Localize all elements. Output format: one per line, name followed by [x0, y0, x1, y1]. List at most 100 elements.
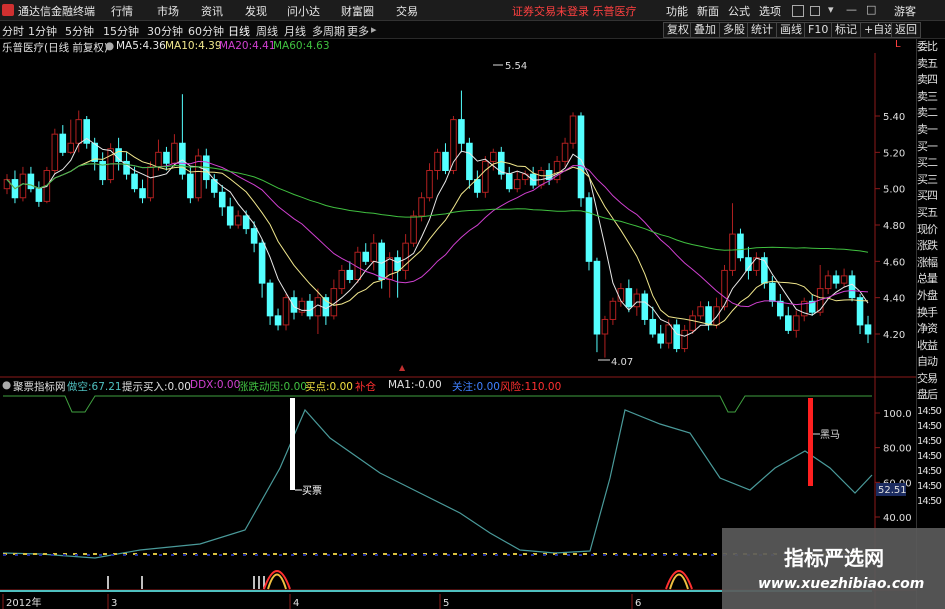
indicator-tick-label: 40.00 — [883, 513, 912, 524]
candle-body — [864, 324, 872, 335]
indicator-header: ● 聚票指标网 做空:67.21 提示买入:0.00 DDX:0.00 涨跌动因… — [0, 378, 880, 393]
quote-field: 14:50 — [917, 436, 942, 448]
candle-body — [577, 115, 585, 199]
candle-body — [218, 191, 226, 208]
quote-field: 交易 — [917, 371, 938, 385]
indicator-axis: 100.080.0060.0040.00 — [875, 409, 912, 524]
menu-faxian[interactable]: 发现 — [245, 3, 267, 19]
menu-jiaoyi[interactable]: 交易 — [396, 3, 418, 19]
candle-body — [753, 257, 760, 271]
candle-body — [482, 160, 489, 193]
menu-hangqing[interactable]: 行情 — [111, 3, 133, 19]
menu-banmian[interactable]: 新面 — [697, 3, 719, 19]
quote-field: 卖一 — [917, 122, 938, 136]
quote-field: 卖五 — [917, 56, 938, 70]
menu-bar: 通达信金融终端 行情 市场 资讯 发现 问小达 财富圈 交易 证券交易未登录 乐… — [0, 0, 945, 21]
date-label: 4 — [293, 598, 299, 609]
price-tick-label: 4.80 — [883, 221, 905, 232]
watermark-title: 指标严选网 — [784, 546, 884, 570]
ind-ddx: DDX:0.00 — [190, 379, 241, 391]
quote-field: 买一 — [917, 139, 938, 153]
indicator-title[interactable]: 聚票指标网 — [13, 379, 66, 394]
quote-field: 14:50 — [917, 466, 942, 478]
period-weekly[interactable]: 周线 — [256, 23, 278, 39]
btn-biaoji[interactable]: 标记 — [831, 22, 861, 38]
candle-body — [163, 151, 170, 164]
quote-field: 卖四 — [917, 73, 938, 87]
price-axis: 5.40 5.20 5.00 4.80 4.60 4.40 4.20 — [875, 112, 905, 341]
menu-zixun[interactable]: 资讯 — [201, 3, 223, 19]
menu-wenxiaoda[interactable]: 问小达 — [287, 3, 320, 19]
login-notice[interactable]: 证券交易未登录 乐普医疗 — [512, 3, 637, 19]
candle-body — [131, 173, 138, 190]
btn-f10[interactable]: F10 — [804, 22, 833, 38]
period-fenshi[interactable]: 分时 — [2, 23, 24, 39]
btn-duogu[interactable]: 多股 — [719, 22, 749, 38]
candle-body — [250, 228, 258, 244]
btn-diejia[interactable]: 叠加 — [690, 22, 720, 38]
btn-fanhui[interactable]: 返回 — [891, 22, 921, 38]
price-tick-label: 4.60 — [883, 257, 905, 268]
candle-body — [777, 300, 784, 317]
candle-body — [792, 315, 800, 331]
candle-body — [282, 297, 290, 326]
date-label: 2012年 — [6, 596, 41, 609]
period-toolbar: 分时 1分钟 5分钟 15分钟 30分钟 60分钟 日线 周线 月线 多周期 更… — [0, 21, 945, 39]
indicator-gear-icon[interactable]: ● — [2, 379, 11, 391]
quote-field: 净资 — [917, 322, 938, 336]
date-axis: 2012年 3 4 5 6 — [2, 594, 641, 609]
quote-field: 14:50 — [917, 421, 942, 433]
candle-body — [537, 170, 545, 186]
date-label: 3 — [111, 598, 117, 609]
candle-body — [378, 242, 385, 281]
menu-shichang[interactable]: 市场 — [157, 3, 179, 19]
period-daily[interactable]: 日线 — [228, 23, 250, 39]
minimize-icon[interactable]: — — [846, 3, 857, 16]
guest-label[interactable]: 游客 — [894, 3, 916, 19]
candle-body — [442, 151, 449, 172]
candle-body — [848, 275, 856, 299]
menu-caifuquan[interactable]: 财富圈 — [341, 3, 374, 19]
menu-gongneng[interactable]: 功能 — [666, 3, 688, 19]
candle-body — [19, 173, 27, 199]
period-more[interactable]: 更多 — [347, 23, 369, 39]
window-icon[interactable] — [810, 6, 820, 16]
candle-body — [657, 333, 665, 344]
candle-body — [99, 160, 106, 181]
candle-body — [258, 242, 266, 284]
candle-body — [490, 151, 497, 162]
menu-gongshi[interactable]: 公式 — [728, 3, 750, 19]
quote-field: 换手 — [917, 305, 938, 319]
candle-body — [689, 315, 696, 331]
candle-body — [394, 257, 401, 271]
candle-body — [784, 315, 792, 331]
period-30min[interactable]: 30分钟 — [147, 23, 183, 39]
btn-tongji[interactable]: 统计 — [747, 22, 777, 38]
quote-field: 14:50 — [917, 481, 942, 493]
more-arrow-icon[interactable]: ▸ — [371, 23, 377, 36]
btn-fuquan[interactable]: 复权 — [663, 22, 693, 38]
candle-body — [513, 179, 521, 190]
period-60min[interactable]: 60分钟 — [188, 23, 224, 39]
quote-field: 总量 — [917, 272, 938, 286]
period-5min[interactable]: 5分钟 — [65, 23, 94, 39]
date-label: 6 — [635, 598, 641, 609]
candle-body — [856, 297, 864, 326]
kline-chart[interactable]: 5.40 5.20 5.00 4.80 4.60 4.40 4.20 5.54 4.07 ▲… — [0, 38, 916, 609]
quote-field: 现价 — [917, 222, 938, 236]
menu-xuanxiang[interactable]: 选项 — [759, 3, 781, 19]
dropdown-icon[interactable]: ▾ — [828, 3, 834, 16]
maximize-icon[interactable]: □ — [866, 3, 876, 16]
period-multi[interactable]: 多周期 — [312, 23, 345, 39]
quote-panel: 委比 卖五 卖四 卖三 卖二 卖一 买一 买二 买三 买四 买五 现价 涨跌 涨幅 总量 外盘 换手 净资 收益 自动… — [916, 39, 945, 609]
period-15min[interactable]: 15分钟 — [103, 23, 139, 39]
restore-icon[interactable] — [792, 5, 804, 17]
period-monthly[interactable]: 月线 — [284, 23, 306, 39]
candle-body — [410, 215, 417, 244]
candle-body — [713, 306, 720, 326]
quote-field: 买五 — [917, 205, 938, 219]
btn-huaxian[interactable]: 画线 — [776, 22, 806, 38]
candle-body — [609, 300, 617, 320]
period-1min[interactable]: 1分钟 — [28, 23, 57, 39]
quote-field: 收益 — [917, 338, 938, 352]
